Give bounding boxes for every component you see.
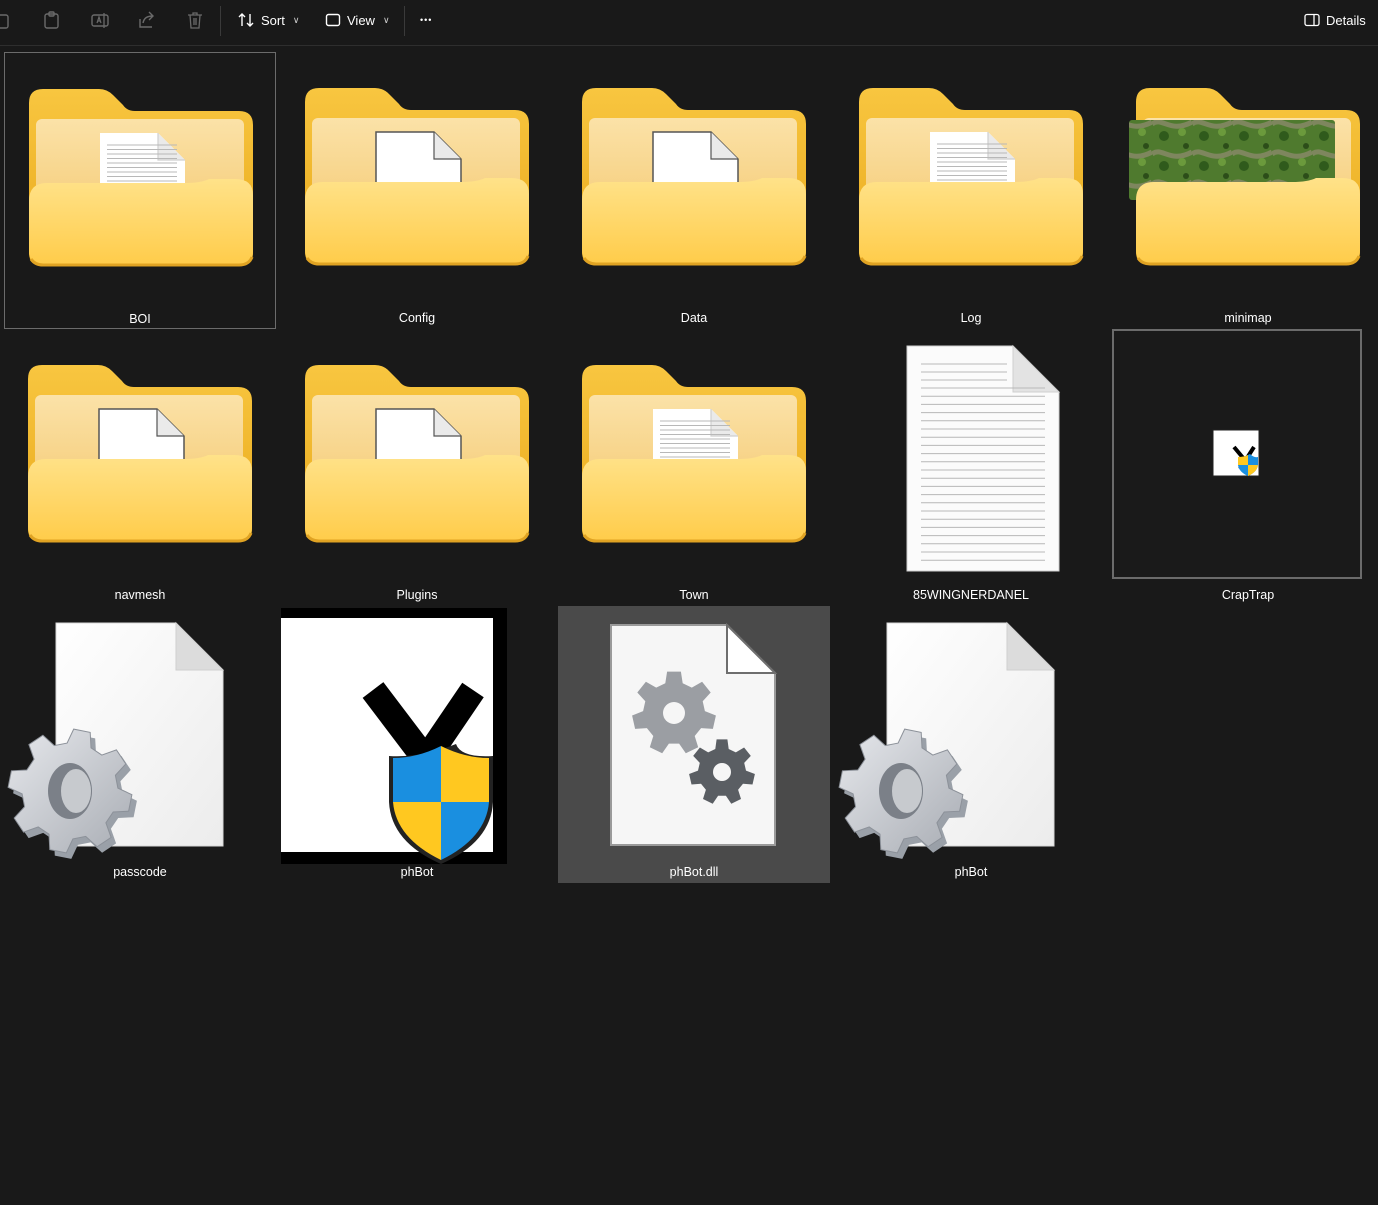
system-file-icon (838, 621, 1056, 859)
file-item-log[interactable]: Log (835, 52, 1107, 329)
paste-icon (44, 11, 59, 29)
file-item-boi[interactable]: BOI (4, 52, 276, 329)
toolbar-divider (220, 6, 221, 36)
phbot-shortcut-icon (1112, 329, 1362, 579)
file-name-label: minimap (1224, 311, 1272, 325)
view-icon (325, 13, 341, 27)
more-icon: ••• (420, 15, 433, 25)
dll-file-icon (610, 622, 778, 846)
file-item-town[interactable]: Town (558, 329, 830, 606)
file-name-label: Plugins (396, 588, 438, 602)
file-item-config[interactable]: Config (281, 52, 553, 329)
system-file-icon (7, 621, 225, 859)
file-name-label: Log (960, 311, 982, 325)
command-bar: Sort ∨ View ∨ ••• Details (0, 0, 1378, 46)
folder-icon (305, 88, 530, 266)
sort-icon (238, 13, 254, 27)
file-item-navmesh[interactable]: navmesh (4, 329, 276, 606)
phbot-app-icon (281, 608, 507, 864)
folder-icon (28, 365, 253, 543)
rename-button[interactable] (90, 6, 110, 34)
folder-icon (582, 88, 807, 266)
file-name-label: CrapTrap (1221, 588, 1275, 602)
details-pane-button[interactable]: Details (1304, 6, 1366, 34)
folder-icon (582, 365, 807, 543)
file-item-minimap[interactable]: minimap (1112, 52, 1378, 329)
text-document-icon (906, 344, 1061, 572)
trash-icon (188, 12, 202, 29)
sort-button[interactable]: Sort ∨ (237, 6, 299, 34)
file-item-phbot[interactable]: phBot (281, 606, 553, 883)
toolbar-divider (404, 6, 405, 36)
paste-button[interactable] (42, 6, 62, 34)
file-item-craptrap[interactable]: CrapTrap (1112, 329, 1378, 606)
share-button[interactable] (137, 6, 157, 34)
rename-icon (91, 13, 109, 28)
folder-icon (1129, 88, 1361, 266)
copy-icon (0, 14, 9, 29)
file-name-label: Town (679, 588, 709, 602)
details-pane-icon (1304, 13, 1320, 27)
file-item-plugins[interactable]: Plugins (281, 329, 553, 606)
view-button[interactable]: View ∨ (325, 6, 390, 34)
copy-button[interactable] (0, 6, 14, 34)
sort-label: Sort (261, 12, 285, 28)
file-item-phbot[interactable]: phBot (835, 606, 1107, 883)
file-name-label: navmesh (114, 588, 166, 602)
file-name-label: Data (680, 311, 708, 325)
view-label: View (347, 12, 375, 28)
file-name-label: BOI (129, 312, 151, 326)
folder-icon (859, 88, 1084, 266)
file-name-label: phBot.dll (669, 865, 719, 879)
file-item-85wingnerdanel[interactable]: 85WINGNERDANEL (835, 329, 1107, 606)
file-name-label: phBot (400, 865, 434, 879)
file-item-passcode[interactable]: passcode (4, 606, 276, 883)
folder-icon (29, 89, 254, 267)
file-name-label: Config (398, 311, 436, 325)
details-label: Details (1326, 12, 1366, 28)
share-icon (139, 11, 154, 28)
file-name-label: passcode (113, 865, 167, 879)
file-item-data[interactable]: Data (558, 52, 830, 329)
chevron-down-icon: ∨ (292, 14, 300, 25)
chevron-down-icon: ∨ (382, 14, 390, 25)
file-item-phbot-dll[interactable]: phBot.dll (558, 606, 830, 883)
delete-button[interactable] (185, 6, 205, 34)
file-name-label: 85WINGNERDANEL (913, 588, 1029, 602)
more-options-button[interactable]: ••• (420, 6, 432, 34)
file-name-label: phBot (954, 865, 988, 879)
folder-icon (305, 365, 530, 543)
